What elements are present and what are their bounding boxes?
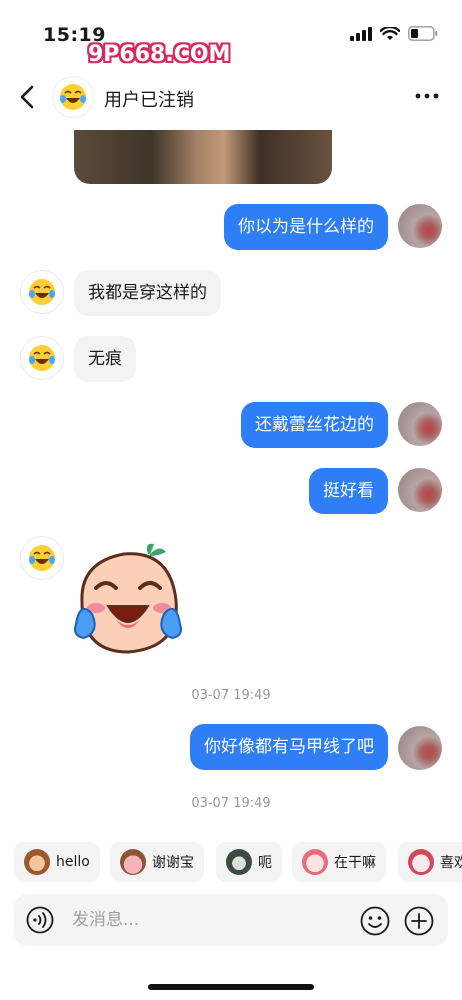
plus-circle-icon[interactable] — [404, 906, 434, 936]
battery-low-icon — [408, 26, 438, 41]
quick-reply-label: 谢谢宝 — [152, 855, 194, 871]
my-avatar[interactable] — [398, 468, 442, 512]
laughing-tears-emoji-icon — [60, 84, 86, 110]
cat-sticker-icon — [226, 849, 252, 875]
rabbit-sticker-icon — [302, 849, 328, 875]
monkey-sticker-icon — [24, 849, 50, 875]
quick-reply-chip[interactable]: 谢谢宝 — [110, 842, 204, 882]
contact-message-bubble[interactable]: 我都是穿这样的 — [74, 270, 221, 316]
quick-reply-label: 呃 — [258, 855, 272, 871]
image-message[interactable] — [74, 130, 332, 184]
contact-avatar[interactable] — [20, 336, 64, 380]
cellular-signal-icon — [350, 26, 372, 41]
my-message-bubble[interactable]: 还戴蕾丝花边的 — [241, 402, 388, 448]
crying-laughing-bean-sticker[interactable] — [66, 540, 190, 660]
my-message-bubble[interactable]: 你好像都有马甲线了吧 — [190, 724, 388, 770]
home-indicator[interactable] — [148, 984, 314, 990]
smile-icon[interactable] — [360, 906, 390, 936]
status-icons — [350, 26, 438, 41]
contact-avatar[interactable] — [52, 76, 94, 118]
voice-icon[interactable] — [26, 906, 54, 934]
message-input[interactable] — [72, 894, 352, 946]
my-message-bubble[interactable]: 挺好看 — [309, 468, 388, 514]
contact-name: 用户已注销 — [104, 90, 194, 111]
message-timestamp: 03-07 19:49 — [191, 796, 271, 811]
wifi-icon — [380, 26, 400, 40]
quick-reply-label: 在干嘛 — [334, 855, 376, 871]
watermark-logo: 9P668.COM — [88, 42, 231, 67]
contact-message-bubble[interactable]: 无痕 — [74, 336, 136, 382]
quick-reply-chip[interactable]: 在干嘛 — [292, 842, 386, 882]
quick-reply-bar[interactable]: hello 谢谢宝 呃 在干嘛 喜欢 — [0, 842, 462, 882]
bear-sticker-icon — [408, 849, 434, 875]
more-dots-icon[interactable] — [414, 86, 440, 106]
contact-avatar[interactable] — [20, 536, 64, 580]
quick-reply-chip[interactable]: hello — [14, 842, 100, 882]
quick-reply-label: 喜欢 — [440, 855, 462, 871]
my-avatar[interactable] — [398, 204, 442, 248]
quick-reply-chip[interactable]: 喜欢 — [398, 842, 462, 882]
my-avatar[interactable] — [398, 726, 442, 770]
pig-sticker-icon — [120, 849, 146, 875]
chevron-left-icon[interactable] — [14, 82, 42, 112]
contact-avatar[interactable] — [20, 270, 64, 314]
status-bar: 15:19 9P668.COM — [0, 0, 462, 67]
message-list[interactable]: 你以为是什么样的 我都是穿这样的 无痕 还戴蕾丝花边的 挺好看 03-07 19… — [0, 122, 462, 832]
laughing-tears-emoji-icon — [29, 345, 55, 371]
laughing-tears-emoji-icon — [29, 279, 55, 305]
quick-reply-chip[interactable]: 呃 — [216, 842, 282, 882]
chat-header: 用户已注销 — [0, 72, 462, 122]
my-message-bubble[interactable]: 你以为是什么样的 — [224, 204, 388, 250]
message-timestamp: 03-07 19:49 — [191, 688, 271, 703]
message-input-bar — [14, 894, 448, 946]
my-avatar[interactable] — [398, 402, 442, 446]
quick-reply-label: hello — [56, 854, 90, 870]
laughing-tears-emoji-icon — [29, 545, 55, 571]
